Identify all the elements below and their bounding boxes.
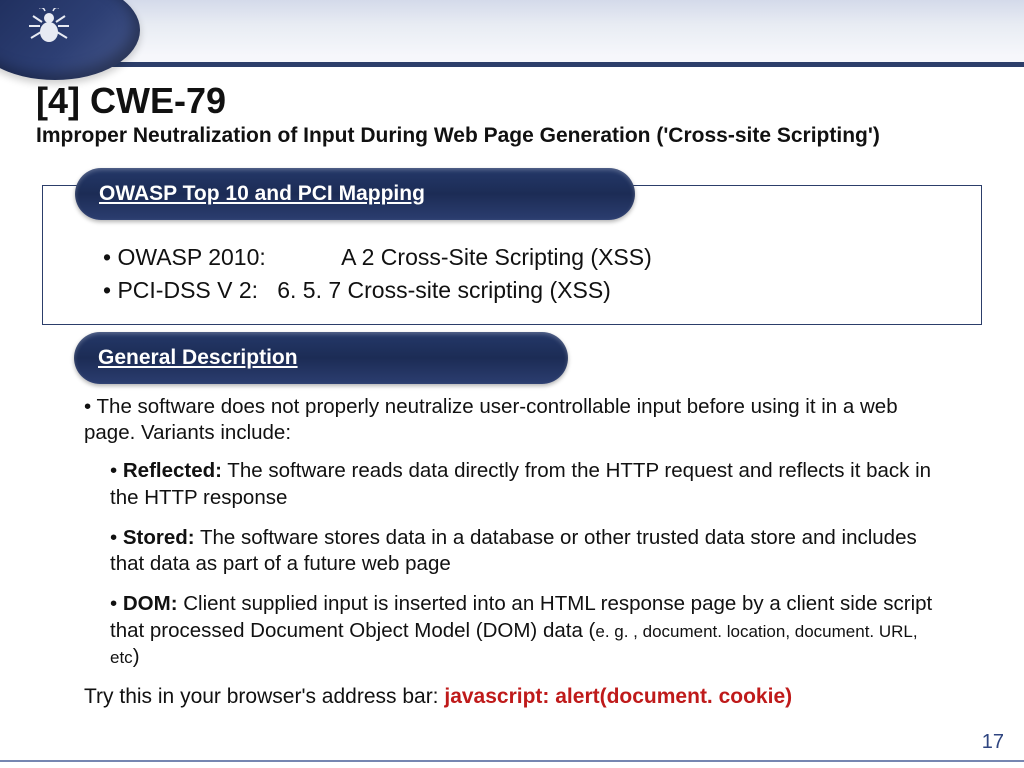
variant-name: Reflected: [123, 459, 222, 482]
footer-rule [0, 760, 1024, 762]
list-item: Reflected: The software reads data direc… [110, 458, 950, 510]
variant-text: The software stores data in a database o… [110, 526, 917, 575]
mapping-pill: OWASP Top 10 and PCI Mapping [75, 168, 635, 220]
list-item: Stored: The software stores data in a da… [110, 525, 950, 577]
variant-close: ) [133, 645, 140, 668]
header-band [0, 0, 1024, 65]
description-label: General Description [98, 346, 298, 370]
description-panel: General Description The software does no… [42, 350, 982, 698]
bug-icon [25, 8, 73, 48]
list-item: DOM: Client supplied input is inserted i… [110, 591, 950, 670]
description-pill: General Description [74, 332, 568, 384]
try-code: javascript: alert(document. cookie) [444, 685, 792, 708]
slide-subtitle: Improper Neutralization of Input During … [36, 124, 994, 148]
logo-badge [0, 0, 140, 80]
variant-name: DOM: [123, 592, 178, 615]
page-number: 17 [982, 731, 1004, 754]
list-item: OWASP 2010: A 2 Cross-Site Scripting (XS… [103, 241, 941, 274]
slide: [4] CWE-79 Improper Neutralization of In… [0, 0, 1024, 768]
try-label: Try this in your browser's address bar: [84, 685, 444, 708]
title-block: [4] CWE-79 Improper Neutralization of In… [36, 80, 994, 148]
try-line: Try this in your browser's address bar: … [84, 684, 950, 711]
list-item: PCI-DSS V 2: 6. 5. 7 Cross-site scriptin… [103, 274, 941, 307]
variant-name: Stored: [123, 526, 195, 549]
slide-title: [4] CWE-79 [36, 80, 994, 122]
description-intro: The software does not properly neutraliz… [84, 395, 898, 444]
variants-list: Reflected: The software reads data direc… [110, 458, 950, 670]
mapping-label: OWASP Top 10 and PCI Mapping [99, 182, 425, 206]
mapping-list: OWASP 2010: A 2 Cross-Site Scripting (XS… [103, 241, 941, 308]
variant-text: The software reads data directly from th… [110, 459, 931, 508]
mapping-panel: OWASP Top 10 and PCI Mapping OWASP 2010:… [42, 185, 982, 325]
description-body: The software does not properly neutraliz… [84, 394, 950, 711]
list-item: The software does not properly neutraliz… [84, 394, 950, 670]
